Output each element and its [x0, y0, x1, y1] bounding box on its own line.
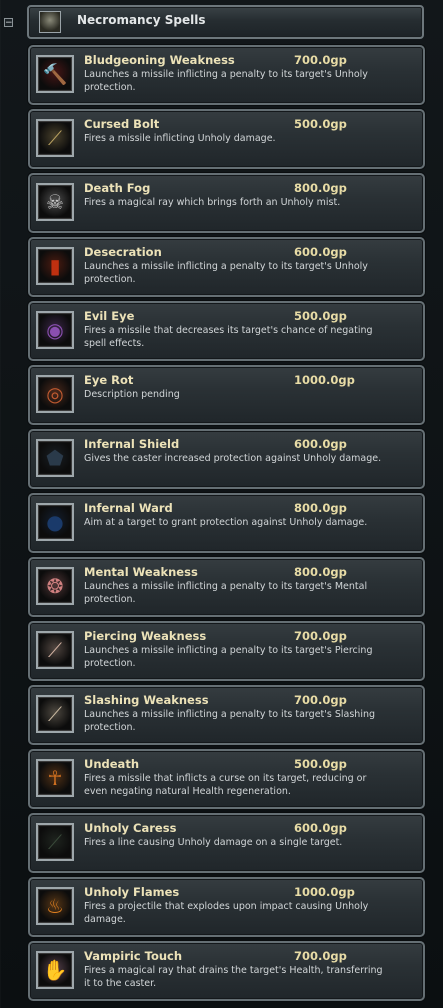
spell-icon-glyph: ❂ — [40, 571, 70, 601]
spell-icon-glyph: ⟋ — [40, 699, 70, 729]
spell-row[interactable]: ⟋ Unholy Caress 600.0gp Fires a line causin… — [28, 813, 425, 873]
spell-row[interactable]: ⟋ Slashing Weakness 700.0gp Launches a miss… — [28, 685, 425, 745]
spell-row[interactable]: 🔨 Bludgeoning Weakness 700.0gp Launches a m… — [28, 45, 425, 105]
spell-description: Aim at a target to grant protection agai… — [84, 517, 368, 528]
spell-description: Fires a magical ray that drains the targ… — [84, 965, 383, 989]
spell-icon-glyph: ✋ — [40, 955, 70, 985]
spell-row[interactable]: ● Infernal Ward 800.0gp Aim at a target to … — [28, 493, 425, 553]
spell-description: Fires a magical ray which brings forth a… — [84, 197, 341, 208]
spell-price: 1000.0gp — [294, 885, 355, 899]
spell-row[interactable]: ◉ Evil Eye 500.0gp Fires a missile that dec… — [28, 301, 425, 361]
spell-row[interactable]: ⟋ Piercing Weakness 700.0gp Launches a miss… — [28, 621, 425, 681]
spell-icon-glyph: ▮ — [40, 251, 70, 281]
spell-description: Fires a projectile that explodes upon im… — [84, 901, 369, 925]
skull-icon — [39, 11, 61, 33]
spell-icon-glyph: ⬟ — [40, 443, 70, 473]
shield-icon: ⬟ — [36, 439, 74, 477]
spell-row[interactable]: ⟋ Cursed Bolt 500.0gp Fires a missile infli… — [28, 109, 425, 169]
spell-icon-glyph: ⟋ — [40, 123, 70, 153]
spell-description: Launches a missile inflicting a penalty … — [84, 645, 373, 669]
spell-icon-glyph: ♨ — [40, 891, 70, 921]
spell-icon-glyph: ☥ — [40, 763, 70, 793]
spell-name: Death Fog — [84, 181, 151, 195]
spell-name: Bludgeoning Weakness — [84, 53, 235, 67]
spell-row[interactable]: ▮ Desecration 600.0gp Launches a missile in… — [28, 237, 425, 297]
spell-price: 600.0gp — [294, 245, 347, 259]
spell-name: Vampiric Touch — [84, 949, 183, 963]
spell-name: Undeath — [84, 757, 140, 771]
spell-price: 500.0gp — [294, 309, 347, 323]
spell-price: 800.0gp — [294, 501, 347, 515]
spell-price: 500.0gp — [294, 117, 347, 131]
spell-row[interactable]: ♨ Unholy Flames 1000.0gp Fires a projectile… — [28, 877, 425, 937]
spell-description: Fires a missile inflicting Unholy damage… — [84, 133, 276, 144]
spell-name: Mental Weakness — [84, 565, 198, 579]
spell-description: Launches a missile inflicting a penalty … — [84, 709, 376, 733]
spell-name: Desecration — [84, 245, 162, 259]
spell-description: Fires a missile that inflicts a curse on… — [84, 773, 367, 797]
spear-icon: ⟋ — [36, 631, 74, 669]
spell-price: 600.0gp — [294, 437, 347, 451]
ghost-skull-icon: ☠ — [36, 183, 74, 221]
spell-price: 700.0gp — [294, 629, 347, 643]
spell-icon-glyph: ⟋ — [40, 827, 70, 857]
blade-icon: ⟋ — [36, 695, 74, 733]
bolt-icon: ⟋ — [36, 119, 74, 157]
bludgeon-icon: 🔨 — [36, 55, 74, 93]
ward-orb-icon: ● — [36, 503, 74, 541]
ankh-icon: ☥ — [36, 759, 74, 797]
spell-description: Fires a line causing Unholy damage on a … — [84, 837, 343, 848]
spell-name: Eye Rot — [84, 373, 134, 387]
spell-description: Launches a missile inflicting a penalty … — [84, 69, 368, 93]
spell-name: Piercing Weakness — [84, 629, 207, 643]
fire-icon: ♨ — [36, 887, 74, 925]
spell-description: Description pending — [84, 389, 180, 400]
spell-price: 800.0gp — [294, 181, 347, 195]
feather-icon: ⟋ — [36, 823, 74, 861]
category-header-necromancy[interactable]: Necromancy Spells — [27, 5, 424, 39]
spell-icon-glyph: ● — [40, 507, 70, 537]
rotting-eye-icon: ◎ — [36, 375, 74, 413]
spell-row[interactable]: ☠ Death Fog 800.0gp Fires a magical ray whi… — [28, 173, 425, 233]
brain-icon: ❂ — [36, 567, 74, 605]
spell-name: Evil Eye — [84, 309, 135, 323]
spell-description: Launches a missile inflicting a penalty … — [84, 581, 368, 605]
eye-icon: ◉ — [36, 311, 74, 349]
spell-description: Gives the caster increased protection ag… — [84, 453, 382, 464]
category-title: Necromancy Spells — [77, 13, 206, 27]
spell-row[interactable]: ◎ Eye Rot 1000.0gp Description pending — [28, 365, 425, 425]
spell-price: 700.0gp — [294, 693, 347, 707]
spell-name: Unholy Caress — [84, 821, 177, 835]
spell-description: Launches a missile inflicting a penalty … — [84, 261, 368, 285]
spell-icon-glyph: ◎ — [40, 379, 70, 409]
spell-row[interactable]: ⬟ Infernal Shield 600.0gp Gives the caster … — [28, 429, 425, 489]
spell-price: 700.0gp — [294, 53, 347, 67]
spell-icon-glyph: ☠ — [40, 187, 70, 217]
spell-icon-glyph: 🔨 — [40, 59, 70, 89]
spell-icon-glyph: ◉ — [40, 315, 70, 345]
spell-price: 700.0gp — [294, 949, 347, 963]
spell-price: 500.0gp — [294, 757, 347, 771]
hand-icon: ✋ — [36, 951, 74, 989]
flame-icon: ▮ — [36, 247, 74, 285]
spell-name: Slashing Weakness — [84, 693, 209, 707]
spell-name: Infernal Shield — [84, 437, 180, 451]
spell-name: Cursed Bolt — [84, 117, 160, 131]
spell-description: Fires a missile that decreases its targe… — [84, 325, 373, 349]
spell-icon-glyph: ⟋ — [40, 635, 70, 665]
spell-name: Unholy Flames — [84, 885, 180, 899]
spell-name: Infernal Ward — [84, 501, 173, 515]
spell-price: 1000.0gp — [294, 373, 355, 387]
spell-price: 800.0gp — [294, 565, 347, 579]
spell-row[interactable]: ✋ Vampiric Touch 700.0gp Fires a magical ra… — [28, 941, 425, 1001]
spell-price: 600.0gp — [294, 821, 347, 835]
spell-row[interactable]: ❂ Mental Weakness 800.0gp Launches a missil… — [28, 557, 425, 617]
collapse-toggle[interactable]: − — [4, 18, 13, 28]
spell-row[interactable]: ☥ Undeath 500.0gp Fires a missile that infl… — [28, 749, 425, 809]
